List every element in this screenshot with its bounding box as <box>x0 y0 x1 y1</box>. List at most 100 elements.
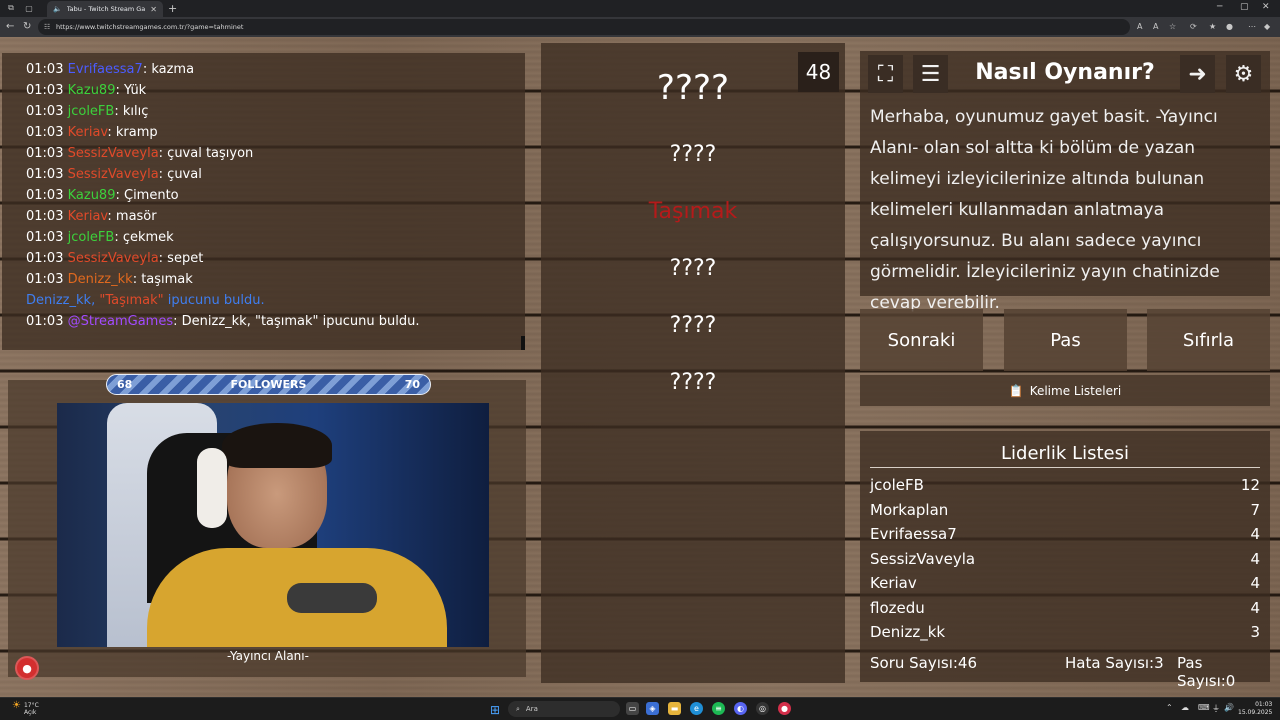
chat-username[interactable]: SessizVaveyla <box>68 167 159 182</box>
copilot-app-icon[interactable]: ◈ <box>646 702 659 715</box>
language-icon[interactable]: ⌨ <box>1198 703 1210 712</box>
chat-text: : sepet <box>158 251 204 266</box>
notes-button[interactable]: ☰ <box>913 55 948 93</box>
chat-username[interactable]: Kazu89 <box>68 188 116 203</box>
reset-button[interactable]: Sıfırla <box>1147 309 1270 371</box>
taskbar-search[interactable]: ⌕ Ara <box>508 701 620 717</box>
pass-button[interactable]: Pas <box>1004 309 1127 371</box>
streamer-hair <box>222 423 332 468</box>
url-field[interactable]: ☷ https://www.twitchstreamgames.com.tr/?… <box>38 19 1130 35</box>
leaderboard-row: SessizVaveyla 4 <box>870 550 1260 568</box>
refresh-extension-icon[interactable]: ⟳ <box>1190 22 1197 31</box>
copilot-icon[interactable]: ◆ <box>1264 22 1270 31</box>
chat-scrollbar[interactable] <box>521 336 525 350</box>
pass-count: Pas Sayısı:0 <box>1177 654 1236 690</box>
how-to-play-text: Merhaba, oyunumuz gayet basit. -Yayıncı … <box>870 107 1220 313</box>
close-tab-icon[interactable]: ✕ <box>150 5 157 14</box>
followers-goal: 70 <box>404 378 420 391</box>
chat-message: 01:03 Kazu89: Yük <box>26 80 525 101</box>
leaderboard-row: Evrifaessa7 4 <box>870 525 1260 543</box>
recorder-app-icon[interactable]: ● <box>778 702 791 715</box>
chat-username[interactable]: jcoleFB <box>68 104 115 119</box>
word-lists-button[interactable]: 📋 Kelime Listeleri <box>860 375 1270 406</box>
new-tab-icon[interactable]: + <box>168 2 177 15</box>
chat-time: 01:03 <box>26 62 64 77</box>
back-icon[interactable]: ← <box>6 21 14 32</box>
chat-username[interactable]: Keriav <box>68 209 108 224</box>
favorites-icon[interactable]: ★ <box>1209 22 1216 31</box>
browser-menu-icon[interactable]: ⧉ <box>6 3 16 13</box>
chat-time: 01:03 <box>26 188 64 203</box>
task-view-icon[interactable]: ▭ <box>626 702 639 715</box>
browser-tab[interactable]: 🔈 Tabu - Twitch Stream Games ✕ <box>47 1 163 17</box>
exit-button[interactable]: ➜ <box>1180 55 1215 93</box>
chat-message-list: 01:03 Evrifaessa7: kazma 01:03 Kazu89: Yü… <box>26 59 525 290</box>
weather-desc: Açık <box>23 709 37 716</box>
tray-chevron-icon[interactable]: ⌃ <box>1166 703 1173 712</box>
network-icon[interactable]: ⏚ <box>1212 703 1220 714</box>
streamer-area-caption: -Yayıncı Alanı- <box>227 649 309 663</box>
chat-text: : kılıç <box>114 104 149 119</box>
chat-text: : taşımak <box>132 272 193 287</box>
chat-username[interactable]: SessizVaveyla <box>68 251 159 266</box>
settings-gear-icon[interactable]: ⚙ <box>1226 55 1261 93</box>
hidden-word: ???? <box>669 370 717 395</box>
followers-label: FOLLOWERS <box>230 378 307 391</box>
more-menu-icon[interactable]: ⋯ <box>1248 22 1256 31</box>
followers-current: 68 <box>117 378 133 391</box>
chat-text: : masör <box>107 209 157 224</box>
chat-message: 01:03 SessizVaveyla: sepet <box>26 248 525 269</box>
clipboard-icon: 📋 <box>1008 383 1024 398</box>
chat-time: 01:03 <box>26 209 64 224</box>
player-name: Evrifaessa7 <box>870 525 957 543</box>
tab-actions-icon[interactable]: ▢ <box>24 3 34 13</box>
extension-icon[interactable]: A <box>1137 22 1142 31</box>
maximize-icon[interactable]: ▢ <box>1240 2 1249 12</box>
chat-username[interactable]: Denizz_kk <box>68 272 133 287</box>
read-aloud-icon[interactable]: A <box>1153 22 1158 31</box>
webcam-feed <box>57 403 489 647</box>
profile-icon[interactable]: ● <box>1226 22 1233 31</box>
next-button[interactable]: Sonraki <box>860 309 983 371</box>
headphones <box>197 448 227 528</box>
chat-message: 01:03 SessizVaveyla: çuval taşıyon <box>26 143 525 164</box>
browser-tab-strip: ⧉ ▢ 🔈 Tabu - Twitch Stream Games ✕ + ─ ▢… <box>0 0 1280 17</box>
discord-icon[interactable]: ◐ <box>734 702 747 715</box>
leaderboard-row: Morkaplan 7 <box>870 501 1260 519</box>
chat-text: : kramp <box>107 125 158 140</box>
fullscreen-button[interactable]: ⛶ <box>868 55 903 93</box>
chat-message: 01:03 jcoleFB: kılıç <box>26 101 525 122</box>
close-window-icon[interactable]: ✕ <box>1262 2 1270 12</box>
chat-text: : çuval taşıyon <box>158 146 254 161</box>
file-explorer-icon[interactable]: ▬ <box>668 702 681 715</box>
volume-icon[interactable]: 🔊 <box>1224 703 1234 712</box>
reload-icon[interactable]: ↻ <box>23 21 31 32</box>
start-menu-icon[interactable]: ⊞ <box>490 703 500 717</box>
favorite-star-icon[interactable]: ☆ <box>1169 22 1176 31</box>
leaderboard-divider <box>870 467 1260 468</box>
player-score: 4 <box>1250 525 1260 543</box>
minimize-icon[interactable]: ─ <box>1217 2 1222 12</box>
chat-username[interactable]: SessizVaveyla <box>68 146 159 161</box>
obs-icon[interactable]: ◎ <box>756 702 769 715</box>
edge-browser-icon[interactable]: e <box>690 702 703 715</box>
chat-time: 01:03 <box>26 230 64 245</box>
chat-text: : Çimento <box>115 188 179 203</box>
site-info-icon[interactable]: ☷ <box>44 23 50 31</box>
chat-username[interactable]: jcoleFB <box>68 230 115 245</box>
record-button[interactable]: ● <box>15 656 39 680</box>
spotify-icon[interactable]: ≡ <box>712 702 725 715</box>
speaker-icon[interactable]: 🔈 <box>53 5 62 13</box>
chat-username[interactable]: Evrifaessa7 <box>68 62 143 77</box>
question-count: Soru Sayısı:46 <box>870 654 978 672</box>
chat-username[interactable]: Kazu89 <box>68 83 116 98</box>
weather-widget[interactable]: ☀ 17°C Açık <box>12 701 39 717</box>
leaderboard-row: jcoleFB 12 <box>870 476 1260 494</box>
how-to-play-title: Nasıl Oynanır? <box>975 60 1155 85</box>
followers-goal-bar: 68 FOLLOWERS 70 <box>106 374 431 395</box>
tray-app-icon[interactable]: ☁ <box>1181 703 1189 712</box>
chat-username[interactable]: Keriav <box>68 125 108 140</box>
system-clock[interactable]: 01:03 15.09.2025 <box>1238 701 1272 717</box>
leaderboard-row: flozedu 4 <box>870 599 1260 617</box>
address-bar-row: ← ↻ ☷ https://www.twitchstreamgames.com.… <box>0 17 1280 37</box>
